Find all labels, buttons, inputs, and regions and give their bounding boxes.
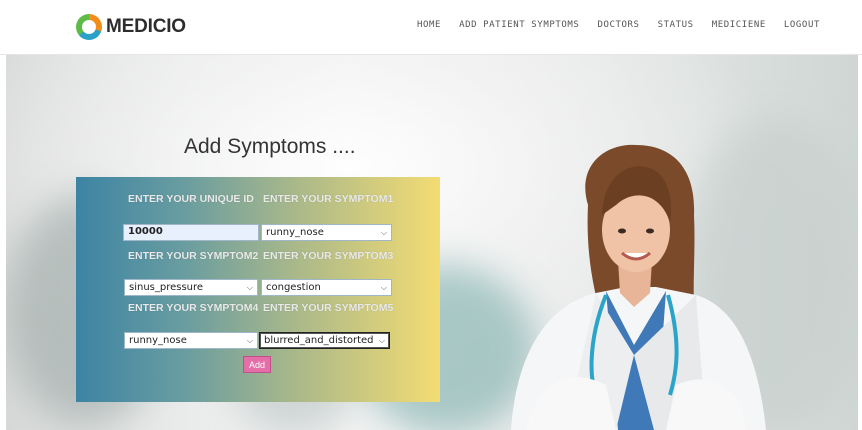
symptom4-select[interactable]: runny_nose ⌵: [124, 332, 258, 349]
symptom5-value: blurred_and_distorted: [264, 335, 374, 346]
symptom1-select[interactable]: runny_nose ⌵: [261, 224, 392, 241]
brand-name: MEDICIO: [106, 16, 186, 37]
nav-home[interactable]: HOME: [417, 20, 441, 30]
label-symptom4: ENTER YOUR SYMPTOM4: [128, 302, 259, 314]
nav-add-patient-symptoms[interactable]: ADD PATIENT SYMPTOMS: [459, 20, 579, 30]
label-unique-id: ENTER YOUR UNIQUE ID: [128, 193, 254, 205]
label-symptom2: ENTER YOUR SYMPTOM2: [128, 250, 259, 262]
nav-status[interactable]: STATUS: [658, 20, 694, 30]
symptom1-value: runny_nose: [266, 227, 324, 238]
symptom3-select[interactable]: congestion ⌵: [261, 279, 392, 296]
label-symptom1: ENTER YOUR SYMPTOM1: [263, 193, 394, 205]
page-title: Add Symptoms ....: [184, 135, 356, 158]
nav-doctors[interactable]: DOCTORS: [597, 20, 639, 30]
brand-logo[interactable]: MEDICIO: [76, 10, 186, 44]
medicio-ring-logo-icon: [76, 14, 102, 40]
chevron-down-icon: ⌵: [246, 282, 253, 292]
chevron-down-icon: ⌵: [246, 335, 253, 345]
chevron-down-icon: ⌵: [380, 227, 387, 237]
unique-id-input[interactable]: 10000: [123, 224, 259, 241]
symptom2-select[interactable]: sinus_pressure ⌵: [124, 279, 258, 296]
symptom2-value: sinus_pressure: [129, 282, 204, 293]
top-navbar: MEDICIO HOME ADD PATIENT SYMPTOMS DOCTOR…: [0, 0, 862, 55]
symptom5-select[interactable]: blurred_and_distorted ⌵: [259, 332, 390, 349]
symptom3-value: congestion: [266, 282, 321, 293]
chevron-down-icon: ⌵: [378, 335, 385, 345]
chevron-down-icon: ⌵: [380, 282, 387, 292]
main-nav: HOME ADD PATIENT SYMPTOMS DOCTORS STATUS…: [417, 20, 820, 30]
symptom4-value: runny_nose: [129, 335, 187, 346]
add-button[interactable]: Add: [243, 356, 271, 373]
label-symptom5: ENTER YOUR SYMPTOM5: [263, 302, 394, 314]
nav-mediciene[interactable]: MEDICIENE: [712, 20, 766, 30]
nav-logout[interactable]: LOGOUT: [784, 20, 820, 30]
label-symptom3: ENTER YOUR SYMPTOM3: [263, 250, 394, 262]
